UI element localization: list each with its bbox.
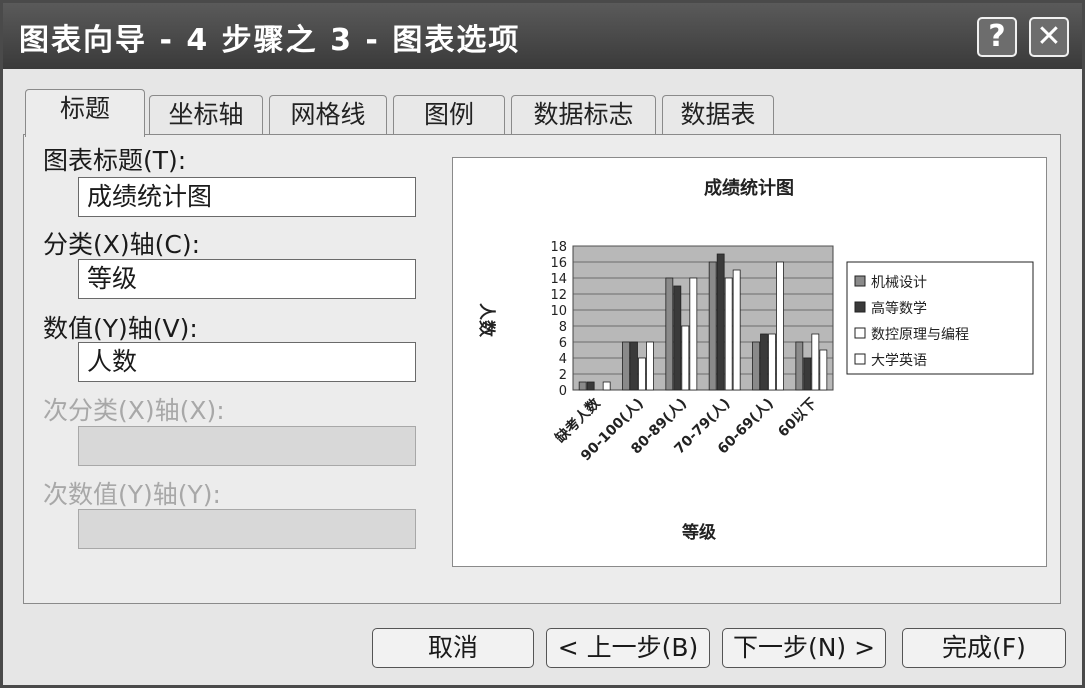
tab-titles[interactable]: 标题 — [25, 89, 145, 137]
y-tick-label: 2 — [559, 368, 567, 383]
bar — [716, 253, 725, 391]
y-tick-label: 4 — [559, 352, 567, 367]
legend-swatch — [854, 327, 866, 339]
bar — [795, 341, 804, 391]
legend-swatch — [854, 301, 866, 313]
bar — [665, 277, 674, 391]
secondary-category-axis-label: 次分类(X)轴(X): — [43, 396, 225, 425]
bar — [752, 341, 760, 391]
chart-preview: 成绩统计图 人数 等级 0 2 4 6 8 10 12 14 16 18 缺考人数 90-100(人)… — [452, 157, 1047, 567]
finish-button[interactable]: 完成(F) — [902, 628, 1066, 668]
bar — [708, 261, 717, 391]
y-axis-title: 人数 — [476, 303, 497, 338]
bar — [760, 333, 768, 391]
secondary-value-axis-input — [78, 509, 416, 549]
chart-title-label: 图表标题(T): — [43, 146, 187, 175]
window-title: 图表向导 - 4 步骤之 3 - 图表选项 — [19, 23, 521, 58]
title-bar: 图表向导 - 4 步骤之 3 - 图表选项 ? ✕ — [3, 3, 1082, 69]
help-button[interactable]: ? — [977, 17, 1017, 57]
bar — [768, 333, 776, 391]
legend-swatch — [854, 353, 866, 365]
bar — [776, 261, 784, 391]
category-axis-label: 分类(X)轴(C): — [43, 230, 201, 259]
x-tick-label: 60以下 — [775, 396, 820, 441]
plot-area — [572, 245, 834, 391]
tab-gridlines[interactable]: 网格线 — [269, 95, 387, 135]
next-button[interactable]: 下一步(N) > — [722, 628, 886, 668]
bar — [638, 357, 646, 391]
chart-title: 成绩统计图 — [704, 177, 794, 199]
legend-label: 数控原理与编程 — [871, 327, 969, 343]
legend-label: 机械设计 — [871, 275, 927, 291]
legend-label: 大学英语 — [871, 352, 927, 369]
bar — [622, 341, 630, 391]
value-axis-label: 数值(Y)轴(V): — [43, 314, 198, 343]
secondary-category-axis-input — [78, 426, 416, 466]
legend-swatch — [854, 275, 866, 287]
bar — [819, 349, 828, 391]
value-axis-input[interactable]: 人数 — [78, 342, 416, 382]
tab-legend[interactable]: 图例 — [393, 95, 505, 135]
bar — [646, 341, 654, 391]
legend-label: 高等数学 — [871, 300, 927, 317]
bar — [732, 269, 741, 391]
y-tick-label: 12 — [550, 288, 567, 303]
bar — [578, 381, 587, 391]
y-tick-label: 6 — [559, 336, 567, 351]
y-tick-label: 10 — [550, 304, 567, 319]
category-axis-input[interactable]: 等级 — [78, 259, 416, 299]
back-button[interactable]: < 上一步(B) — [546, 628, 710, 668]
y-tick-label: 0 — [559, 384, 567, 399]
bar — [602, 381, 611, 391]
cancel-button[interactable]: 取消 — [372, 628, 534, 668]
bar — [689, 277, 698, 391]
tab-data-labels[interactable]: 数据标志 — [511, 95, 656, 135]
bar — [586, 381, 595, 391]
y-tick-label: 8 — [559, 320, 567, 335]
close-button[interactable]: ✕ — [1029, 17, 1069, 57]
y-tick-label: 18 — [550, 240, 567, 255]
bar — [673, 285, 682, 391]
bar — [681, 325, 690, 391]
chart-svg: 成绩统计图 人数 等级 024681012141618缺考人数90-100(人)… — [476, 177, 1034, 543]
bar — [724, 277, 733, 391]
bar — [803, 357, 812, 391]
y-tick-label: 16 — [550, 256, 567, 271]
y-tick-label: 14 — [550, 272, 567, 287]
tab-data-table[interactable]: 数据表 — [662, 95, 774, 135]
bar — [630, 341, 638, 391]
chart-title-input[interactable]: 成绩统计图 — [78, 177, 416, 217]
x-axis-title: 等级 — [682, 522, 716, 543]
secondary-value-axis-label: 次数值(Y)轴(Y): — [43, 480, 221, 509]
bar — [811, 333, 820, 391]
chart-wizard-dialog: 图表向导 - 4 步骤之 3 - 图表选项 ? ✕ 标题 坐标轴 网格线 图例 … — [0, 0, 1085, 688]
tab-axes[interactable]: 坐标轴 — [149, 95, 263, 135]
